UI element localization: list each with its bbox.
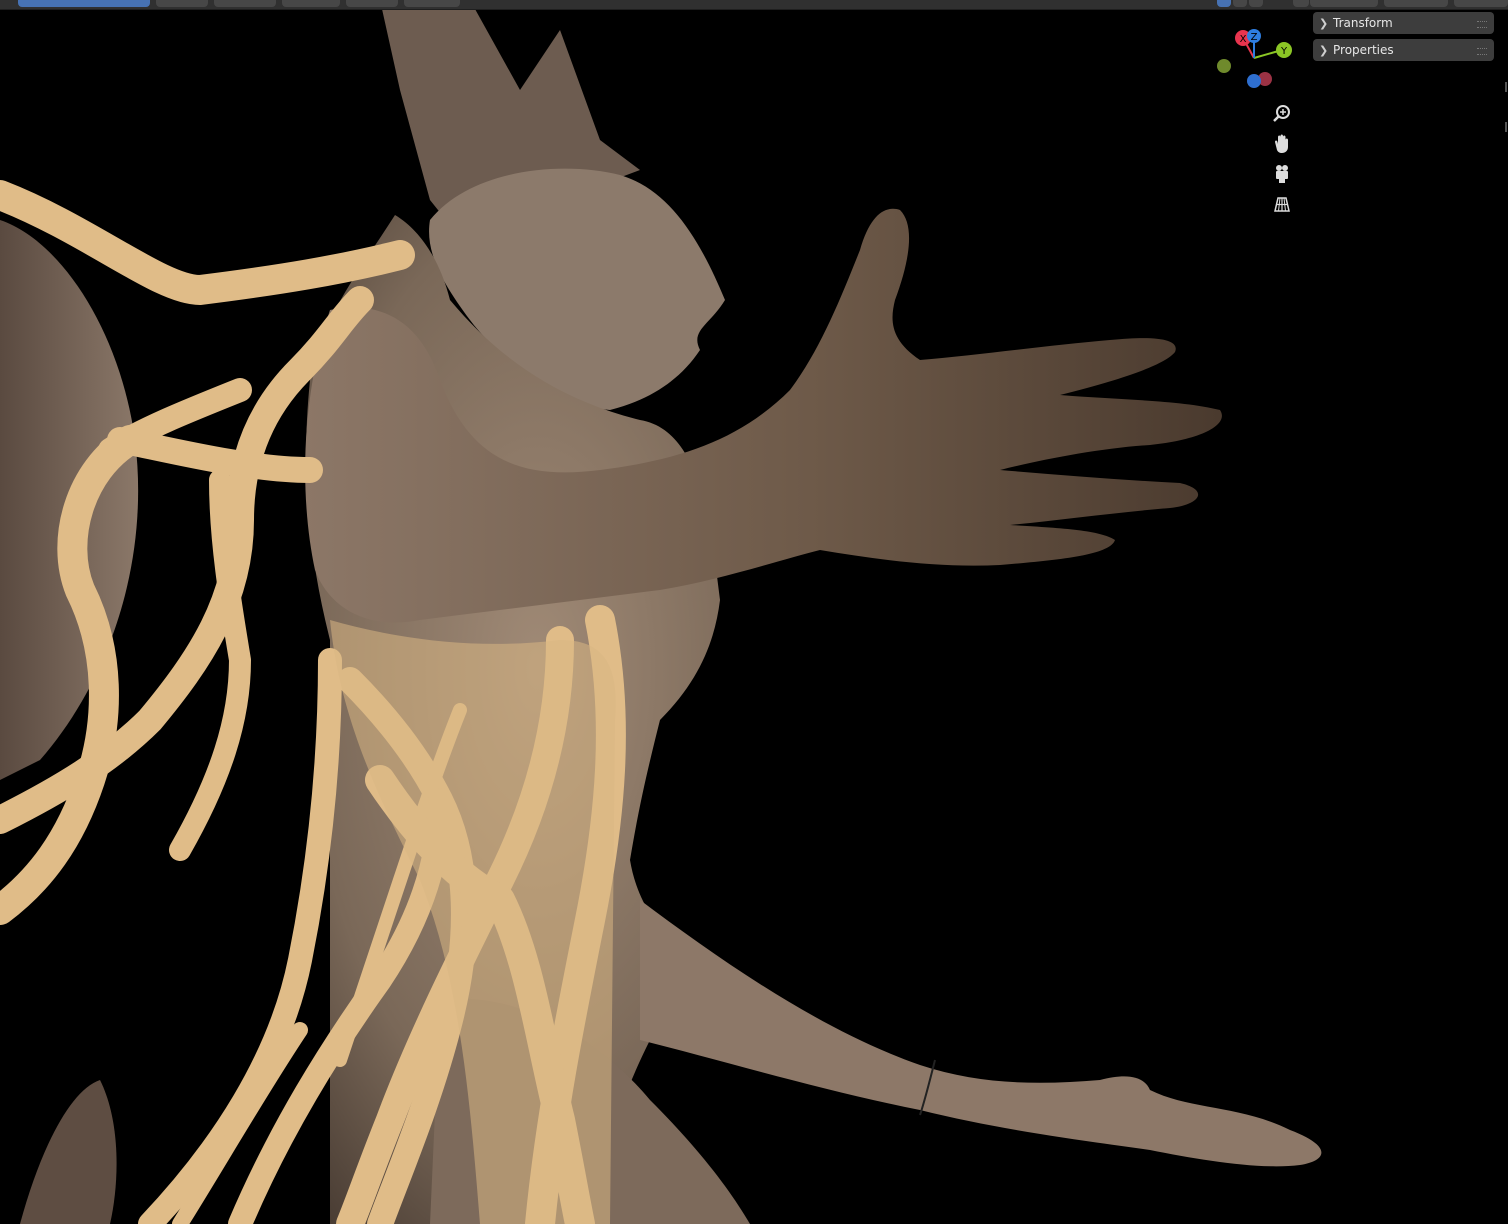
drag-grip-icon[interactable] <box>1477 48 1487 55</box>
drag-grip-icon[interactable] <box>1477 21 1487 28</box>
navigation-gizmo[interactable]: X Z Y <box>1210 24 1300 96</box>
dyntopo-menu[interactable] <box>1310 0 1378 7</box>
properties-panel-header[interactable]: ❯ Properties <box>1313 39 1494 61</box>
camera-icon[interactable] <box>1268 160 1296 188</box>
grid-perspective-icon[interactable] <box>1268 190 1296 218</box>
brush-menu[interactable] <box>156 0 208 7</box>
panel-label: Properties <box>1333 43 1394 57</box>
neg-z-axis-dot[interactable] <box>1247 74 1261 88</box>
panel-label: Transform <box>1333 16 1393 30</box>
stroke-menu[interactable] <box>282 0 340 7</box>
x-axis-label: X <box>1240 34 1247 45</box>
viewport-header <box>0 0 1508 10</box>
z-axis-label: Z <box>1251 32 1258 43</box>
options-menu[interactable] <box>1454 0 1508 7</box>
sidebar-edge <box>1502 10 1508 1224</box>
symmetry-x-toggle[interactable] <box>1217 0 1231 7</box>
cursor-menu[interactable] <box>404 0 460 7</box>
chevron-right-icon: ❯ <box>1319 17 1329 30</box>
sidebar-tab[interactable] <box>1505 122 1507 132</box>
falloff-menu[interactable] <box>346 0 398 7</box>
remesh-menu[interactable] <box>1384 0 1448 7</box>
zoom-icon[interactable] <box>1268 100 1296 128</box>
strength-field[interactable] <box>18 0 150 7</box>
sidebar-tab[interactable] <box>1505 82 1507 92</box>
bottom-left-mesh <box>20 1080 117 1224</box>
3d-viewport[interactable]: X Z Y ❯ Transform ❯ Properties <box>0 0 1508 1224</box>
neg-y-axis-dot[interactable] <box>1217 59 1231 73</box>
symmetry-y-toggle[interactable] <box>1233 0 1247 7</box>
symmetry-z-toggle[interactable] <box>1249 0 1263 7</box>
transform-panel-header[interactable]: ❯ Transform <box>1313 12 1494 34</box>
texture-menu[interactable] <box>214 0 276 7</box>
y-axis-label: Y <box>1280 46 1288 57</box>
hand-pan-icon[interactable] <box>1268 130 1296 158</box>
lower-arm-mesh <box>640 900 1322 1167</box>
dyntopo-checkbox[interactable] <box>1293 0 1309 7</box>
chevron-right-icon: ❯ <box>1319 44 1329 57</box>
